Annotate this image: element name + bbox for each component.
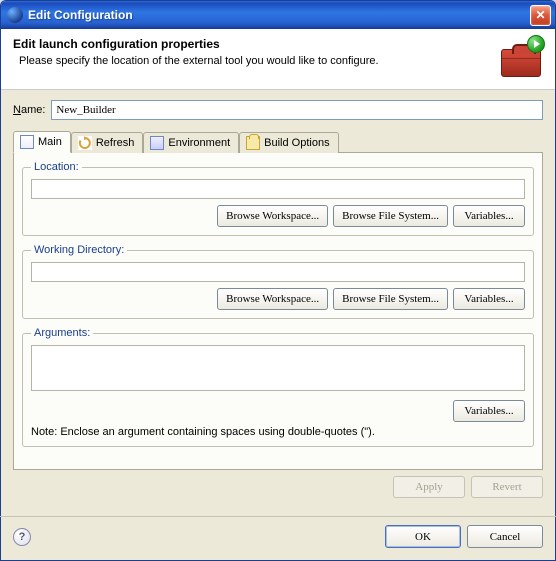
workdir-variables-button[interactable]: Variables... (453, 288, 525, 310)
revert-button[interactable]: Revert (471, 476, 543, 498)
apply-button[interactable]: Apply (393, 476, 465, 498)
tab-label: Main (38, 136, 62, 148)
location-browse-filesystem-button[interactable]: Browse File System... (333, 205, 448, 227)
title-bar[interactable]: Edit Configuration ✕ (1, 1, 555, 29)
dialog-header: Edit launch configuration properties Ple… (1, 29, 555, 90)
dialog-footer: ? OK Cancel (1, 525, 555, 560)
name-row: Name: (13, 100, 543, 120)
dialog-window: Edit Configuration ✕ Edit launch configu… (0, 0, 556, 561)
tab-label: Build Options (264, 137, 329, 149)
toolbox-icon (501, 49, 541, 77)
name-input[interactable] (51, 100, 543, 120)
location-legend: Location: (31, 161, 82, 173)
tab-main[interactable]: Main (13, 131, 71, 153)
help-icon: ? (19, 531, 26, 543)
arguments-note: Note: Enclose an argument containing spa… (31, 426, 525, 438)
location-group: Location: Browse Workspace... Browse Fil… (22, 161, 534, 236)
header-description: Please specify the location of the exter… (13, 55, 491, 67)
name-label: Name: (13, 104, 45, 116)
workdir-input[interactable] (31, 262, 525, 282)
window-title: Edit Configuration (28, 8, 530, 22)
environment-tab-icon (150, 136, 164, 150)
header-graphic (499, 37, 543, 77)
workdir-legend: Working Directory: (31, 244, 127, 256)
workdir-browse-filesystem-button[interactable]: Browse File System... (333, 288, 448, 310)
run-icon (527, 35, 545, 53)
tab-label: Environment (168, 137, 230, 149)
main-tab-icon (20, 135, 34, 149)
refresh-tab-icon (78, 136, 92, 150)
tab-environment[interactable]: Environment (143, 132, 239, 153)
tab-panel-main: Location: Browse Workspace... Browse Fil… (13, 152, 543, 470)
workdir-browse-workspace-button[interactable]: Browse Workspace... (217, 288, 328, 310)
arguments-variables-button[interactable]: Variables... (453, 400, 525, 422)
ok-button[interactable]: OK (385, 525, 461, 548)
app-icon (7, 7, 23, 23)
tab-bar: Main Refresh Environment Build Options (13, 130, 543, 153)
close-icon: ✕ (535, 8, 545, 22)
build-tab-icon (246, 136, 260, 150)
arguments-input[interactable] (31, 345, 525, 391)
tab-refresh[interactable]: Refresh (71, 132, 144, 153)
location-browse-workspace-button[interactable]: Browse Workspace... (217, 205, 328, 227)
apply-revert-row: Apply Revert (13, 470, 543, 498)
arguments-legend: Arguments: (31, 327, 93, 339)
workdir-group: Working Directory: Browse Workspace... B… (22, 244, 534, 319)
tab-build-options[interactable]: Build Options (239, 132, 338, 153)
close-button[interactable]: ✕ (530, 5, 551, 26)
location-input[interactable] (31, 179, 525, 199)
help-button[interactable]: ? (13, 528, 31, 546)
header-heading: Edit launch configuration properties (13, 37, 491, 51)
separator (0, 516, 556, 517)
arguments-group: Arguments: Variables... Note: Enclose an… (22, 327, 534, 447)
location-variables-button[interactable]: Variables... (453, 205, 525, 227)
cancel-button[interactable]: Cancel (467, 525, 543, 548)
dialog-content: Name: Main Refresh Environment Build Opt… (1, 90, 555, 508)
tab-label: Refresh (96, 137, 135, 149)
